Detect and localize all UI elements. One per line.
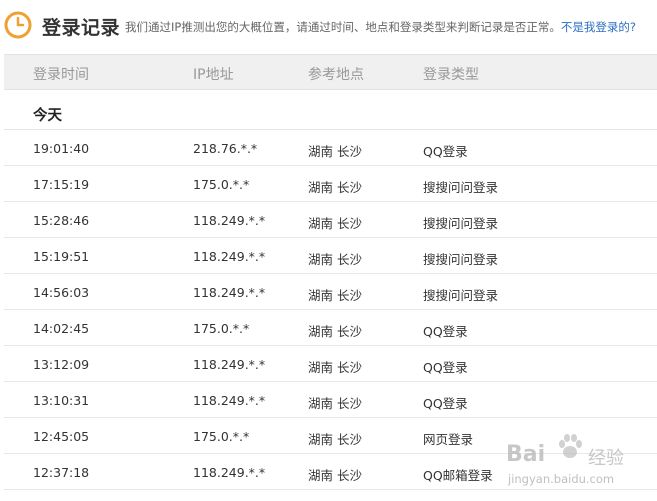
watermark-url: jingyan.baidu.com — [508, 472, 615, 486]
login-time: 13:10:31 — [33, 393, 90, 408]
location: 湖南 长沙 — [308, 144, 362, 159]
watermark-brand: Bai — [506, 442, 546, 467]
ip-address: 118.249.*.* — [193, 465, 266, 480]
table-row: 13:12:09 118.249.*.* 湖南 长沙 QQ登录 — [4, 346, 657, 382]
location: 湖南 长沙 — [308, 468, 362, 483]
ip-address: 118.249.*.* — [193, 393, 266, 408]
login-type: QQ登录 — [423, 324, 468, 339]
login-time: 19:01:40 — [33, 141, 90, 156]
table-row: 14:56:03 118.249.*.* 湖南 长沙 搜搜问问登录 — [4, 274, 657, 310]
column-header-ip: IP地址 — [193, 67, 234, 83]
login-time: 13:12:09 — [33, 357, 90, 372]
ip-address: 118.249.*.* — [193, 285, 266, 300]
login-type: 搜搜问问登录 — [423, 288, 499, 303]
login-type: 网页登录 — [423, 432, 474, 447]
login-type: QQ登录 — [423, 360, 468, 375]
date-group-header: 今天 — [4, 90, 657, 130]
baidu-watermark: Bai 经验 jingyan.baidu.com — [500, 432, 650, 494]
location: 湖南 长沙 — [308, 252, 362, 267]
ip-address: 175.0.*.* — [193, 429, 250, 444]
login-time: 12:37:18 — [33, 465, 90, 480]
page-description: 我们通过IP推测出您的大概位置，请通过时间、地点和登录类型来判断记录是否正常。不… — [125, 19, 636, 35]
ip-address: 118.249.*.* — [193, 249, 266, 264]
table-row: 17:15:19 175.0.*.* 湖南 长沙 搜搜问问登录 — [4, 166, 657, 202]
location: 湖南 长沙 — [308, 360, 362, 375]
login-type: QQ邮箱登录 — [423, 468, 493, 483]
location: 湖南 长沙 — [308, 180, 362, 195]
location: 湖南 长沙 — [308, 432, 362, 447]
ip-address: 175.0.*.* — [193, 321, 250, 336]
login-time: 17:15:19 — [33, 177, 90, 192]
login-type: 搜搜问问登录 — [423, 216, 499, 231]
table-row: 13:10:31 118.249.*.* 湖南 长沙 QQ登录 — [4, 382, 657, 418]
location: 湖南 长沙 — [308, 288, 362, 303]
clock-icon — [4, 11, 32, 39]
ip-address: 118.249.*.* — [193, 213, 266, 228]
page-title: 登录记录 — [42, 17, 121, 39]
login-time: 15:19:51 — [33, 249, 90, 264]
login-time: 15:28:46 — [33, 213, 90, 228]
login-time: 14:56:03 — [33, 285, 90, 300]
column-header-location: 参考地点 — [308, 67, 364, 83]
login-time: 14:02:45 — [33, 321, 90, 336]
watermark-brand-suffix: 经验 — [588, 448, 624, 469]
login-type: QQ登录 — [423, 396, 468, 411]
login-time: 12:45:05 — [33, 429, 90, 444]
not-me-link[interactable]: 不是我登录的? — [561, 20, 636, 34]
ip-address: 218.76.*.* — [193, 141, 258, 156]
ip-address: 175.0.*.* — [193, 177, 250, 192]
description-text: 我们通过IP推测出您的大概位置，请通过时间、地点和登录类型来判断记录是否正常。 — [125, 20, 561, 34]
column-header-time: 登录时间 — [33, 67, 89, 83]
table-row: 15:28:46 118.249.*.* 湖南 长沙 搜搜问问登录 — [4, 202, 657, 238]
ip-address: 118.249.*.* — [193, 357, 266, 372]
table-header: 登录时间 IP地址 参考地点 登录类型 — [4, 54, 657, 90]
date-group-label: 今天 — [33, 108, 62, 124]
table-row: 19:01:40 218.76.*.* 湖南 长沙 QQ登录 — [4, 130, 657, 166]
page-header: 登录记录 我们通过IP推测出您的大概位置，请通过时间、地点和登录类型来判断记录是… — [0, 0, 657, 54]
paw-icon — [559, 434, 582, 458]
table-row: 15:19:51 118.249.*.* 湖南 长沙 搜搜问问登录 — [4, 238, 657, 274]
login-type: 搜搜问问登录 — [423, 180, 499, 195]
location: 湖南 长沙 — [308, 324, 362, 339]
login-type: QQ登录 — [423, 144, 468, 159]
column-header-type: 登录类型 — [423, 67, 479, 83]
table-row: 14:02:45 175.0.*.* 湖南 长沙 QQ登录 — [4, 310, 657, 346]
location: 湖南 长沙 — [308, 216, 362, 231]
location: 湖南 长沙 — [308, 396, 362, 411]
login-type: 搜搜问问登录 — [423, 252, 499, 267]
